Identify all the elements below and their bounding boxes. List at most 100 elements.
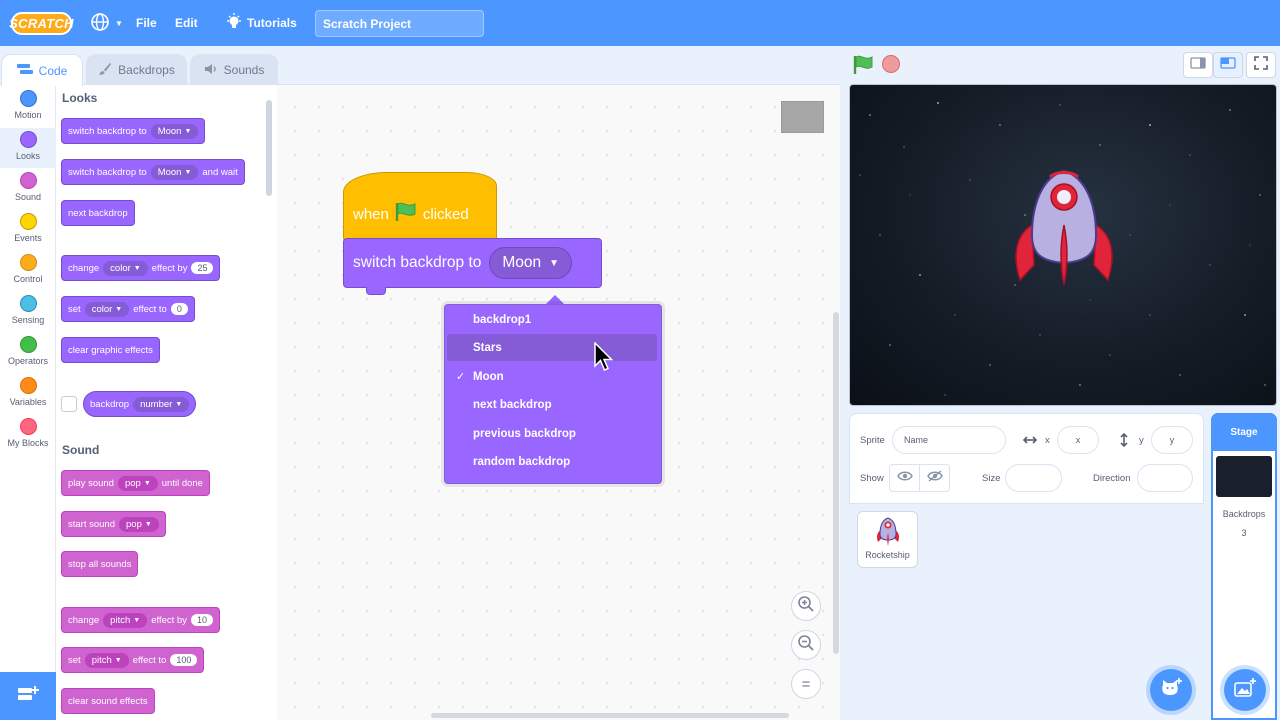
block-set-effect-to[interactable]: set color ▼ effect to 0 [61, 296, 195, 322]
backdrop-monitor-checkbox[interactable] [61, 396, 77, 412]
file-menu[interactable]: File [136, 13, 157, 33]
block-bottom-notch [366, 287, 386, 295]
number-input[interactable]: 10 [190, 614, 213, 626]
dropdown-option-previous-backdrop[interactable]: previous backdrop [447, 420, 657, 447]
category-motion[interactable]: Motion [0, 90, 56, 120]
sprite-tile-rocketship[interactable]: Rocketship [857, 511, 918, 568]
block-stop-all-sounds[interactable]: stop all sounds [61, 551, 139, 577]
choose-sprite-button[interactable] [1150, 669, 1192, 711]
sound-effect-dropdown[interactable]: pitch ▼ [103, 612, 148, 628]
show-sprite-button[interactable] [889, 464, 920, 492]
backdrop-dropdown[interactable]: Moon ▼ [150, 164, 199, 180]
category-my-blocks[interactable]: My Blocks [0, 418, 56, 448]
block-change-effect-by[interactable]: change color ▼ effect by 25 [61, 255, 221, 281]
sound-dropdown[interactable]: pop ▼ [119, 516, 159, 532]
y-position-input[interactable]: y [1151, 426, 1193, 454]
sound-effect-dropdown[interactable]: pitch ▼ [84, 652, 129, 668]
sound-dropdown[interactable]: pop ▼ [117, 475, 158, 491]
scratch-logo[interactable]: SCRATCH [9, 12, 74, 35]
workspace-horizontal-scrollbar[interactable] [431, 713, 789, 718]
direction-input[interactable] [1137, 464, 1193, 492]
sensing-color-dot [19, 295, 37, 312]
dropdown-option-stars[interactable]: Stars [447, 334, 657, 361]
workspace-vertical-scrollbar[interactable] [833, 312, 839, 654]
block-play-sound-until-done[interactable]: play sound pop ▼ until done [61, 470, 210, 496]
dropdown-value: color [91, 303, 113, 315]
stage-canvas[interactable] [849, 84, 1277, 406]
category-events[interactable]: Events [0, 213, 56, 243]
green-flag-button[interactable] [852, 54, 874, 81]
dropdown-option-next-backdrop[interactable]: next backdrop [447, 391, 657, 418]
backdrop-property-dropdown[interactable]: number ▼ [133, 396, 190, 412]
block-text: effect to [132, 654, 167, 666]
image-plus-icon [1234, 677, 1256, 703]
backdrop-dropdown[interactable]: Moon ▼ [150, 123, 199, 139]
caret-down-icon: ▼ [184, 127, 192, 135]
language-menu[interactable]: ▼ [90, 12, 123, 33]
block-change-pitch-by[interactable]: change pitch ▼ effect by 10 [61, 607, 220, 633]
hide-sprite-button[interactable] [919, 464, 950, 492]
edit-menu[interactable]: Edit [175, 13, 198, 33]
dropdown-option-random-backdrop[interactable]: random backdrop [447, 448, 657, 475]
block-switch-backdrop-to[interactable]: switch backdrop to Moon ▼ [61, 118, 206, 144]
zoom-in-button[interactable] [791, 591, 821, 621]
dropdown-option-moon[interactable]: ✓ Moon [447, 363, 657, 390]
block-text: start sound [68, 518, 115, 530]
block-text: effect to [133, 303, 167, 315]
category-sensing[interactable]: Sensing [0, 295, 56, 325]
block-start-sound[interactable]: start sound pop ▼ [61, 511, 166, 537]
effect-dropdown[interactable]: color ▼ [84, 301, 130, 317]
paintbrush-icon [98, 62, 112, 79]
choose-backdrop-button[interactable] [1224, 669, 1266, 711]
category-control[interactable]: Control [0, 254, 56, 284]
block-clear-sound-effects[interactable]: clear sound effects [61, 688, 155, 714]
backdrop-dropdown-open[interactable]: Moon ▼ [489, 247, 573, 279]
size-input[interactable] [1005, 464, 1062, 492]
when-flag-clicked-block[interactable]: when clicked [343, 172, 497, 242]
number-input[interactable]: 25 [191, 262, 214, 274]
mouse-cursor-icon [594, 341, 614, 372]
fullscreen-button[interactable] [1246, 52, 1276, 78]
rocketship-sprite[interactable] [1015, 169, 1113, 286]
palette-scrollbar[interactable] [266, 100, 272, 196]
tutorials-button[interactable]: Tutorials [226, 12, 297, 33]
category-variables[interactable]: Variables [0, 377, 56, 407]
category-label: Motion [14, 110, 42, 120]
zoom-out-button[interactable] [791, 630, 821, 660]
zoom-reset-button[interactable]: = [791, 669, 821, 699]
reporter-backdrop-number[interactable]: backdrop number ▼ [83, 391, 197, 417]
block-switch-backdrop-and-wait[interactable]: switch backdrop to Moon ▼ and wait [61, 159, 245, 185]
category-sound[interactable]: Sound [0, 172, 56, 202]
category-operators[interactable]: Operators [0, 336, 56, 366]
tab-backdrops[interactable]: Backdrops [86, 54, 187, 85]
workspace-sprite-preview [781, 101, 824, 133]
small-stage-button[interactable] [1183, 52, 1213, 78]
large-stage-button[interactable] [1213, 52, 1243, 78]
block-next-backdrop[interactable]: next backdrop [61, 200, 135, 226]
number-input[interactable]: 100 [170, 654, 198, 666]
number-input[interactable]: 0 [170, 303, 188, 315]
category-label: Looks [15, 151, 41, 161]
dropdown-value: Moon [157, 166, 182, 178]
add-extension-button[interactable] [0, 672, 56, 720]
project-title-input[interactable]: Scratch Project [315, 10, 484, 37]
dropdown-value: Moon [157, 125, 182, 137]
caret-down-icon: ▼ [175, 400, 183, 408]
x-position-input[interactable]: x [1057, 426, 1099, 454]
block-set-pitch-to[interactable]: set pitch ▼ effect to 100 [61, 647, 205, 673]
switch-backdrop-block[interactable]: switch backdrop to Moon ▼ [343, 238, 602, 288]
stage-backdrop-thumbnail[interactable] [1216, 456, 1272, 497]
tab-code[interactable]: Code [1, 54, 83, 86]
sprite-name-input[interactable]: Name [892, 426, 1006, 454]
backdrops-count: 3 [1241, 528, 1247, 538]
dropdown-value: pop [124, 477, 141, 489]
block-text: set [68, 303, 81, 315]
tab-sounds[interactable]: Sounds [190, 54, 278, 85]
zoom-in-icon [797, 595, 815, 617]
dropdown-option-backdrop1[interactable]: backdrop1 [447, 306, 657, 333]
cat-plus-icon [1160, 677, 1182, 703]
effect-dropdown[interactable]: color ▼ [103, 260, 148, 276]
block-clear-graphic-effects[interactable]: clear graphic effects [61, 337, 160, 363]
category-looks[interactable]: Looks [0, 128, 56, 168]
stop-button[interactable] [882, 55, 900, 73]
